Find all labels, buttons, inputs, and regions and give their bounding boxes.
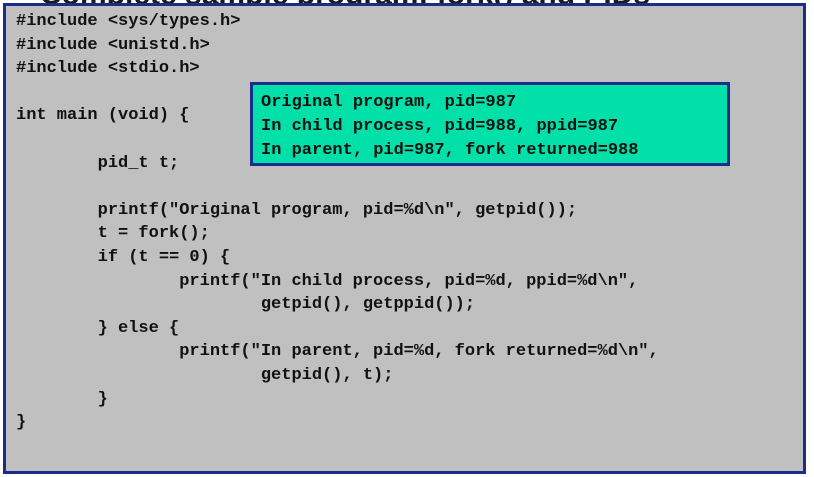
code-line: printf("Original program, pid=%d\n", get… — [16, 200, 578, 220]
code-panel: #include <sys/types.h> #include <unistd.… — [3, 3, 806, 474]
code-line: #include <sys/types.h> — [16, 12, 241, 31]
code-line: getpid(), getppid()); — [16, 295, 476, 315]
code-line: printf("In child process, pid=%d, ppid=%… — [16, 271, 639, 291]
code-line: getpid(), t); — [16, 365, 394, 385]
code-listing: #include <sys/types.h> #include <unistd.… — [16, 10, 659, 435]
program-output-box: Original program, pid=987 In child proce… — [250, 82, 730, 166]
code-line: if (t == 0) { — [16, 247, 231, 267]
output-line: Original program, pid=987 — [261, 93, 517, 112]
code-line: printf("In parent, pid=%d, fork returned… — [16, 342, 659, 362]
code-line: } else { — [16, 318, 180, 338]
code-line: t = fork(); — [16, 224, 210, 244]
code-line: #include <stdio.h> — [16, 59, 200, 79]
output-line: In child process, pid=988, ppid=987 — [261, 117, 619, 136]
code-line: } — [16, 413, 27, 433]
output-line: In parent, pid=987, fork returned=988 — [261, 141, 639, 160]
code-line: } — [16, 389, 108, 409]
code-line: #include <unistd.h> — [16, 35, 210, 55]
